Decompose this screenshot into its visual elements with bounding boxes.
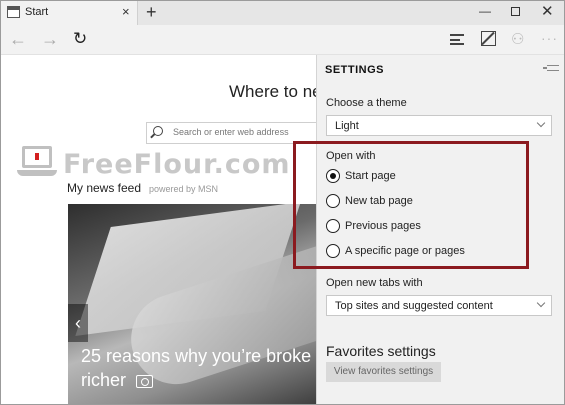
tab-title: Start — [25, 6, 49, 18]
radio-new-tab-page[interactable]: New tab page — [326, 193, 526, 211]
pin-icon[interactable] — [543, 65, 559, 71]
tab-bar: Start × + — ✕ — [1, 1, 564, 25]
theme-select[interactable]: Light — [326, 115, 552, 136]
camera-icon — [136, 374, 154, 388]
more-icon[interactable]: ··· — [541, 30, 558, 46]
browser-window: Start × + — ✕ ← → ↻ ⚇ ··· Where to ne Se… — [0, 0, 565, 405]
carousel-prev-button[interactable]: ‹ — [68, 304, 88, 342]
close-window-button[interactable]: ✕ — [541, 2, 554, 20]
radio-start-page[interactable]: Start page — [326, 168, 526, 186]
radio-label: Start page — [345, 170, 396, 182]
hub-icon[interactable] — [450, 34, 464, 45]
theme-value: Light — [335, 120, 359, 132]
minimize-button[interactable]: — — [479, 4, 491, 18]
radio-button[interactable] — [326, 219, 340, 233]
radio-button[interactable] — [326, 244, 340, 258]
radio-label: Previous pages — [345, 220, 421, 232]
news-feed-subtitle: powered by MSN — [149, 184, 219, 194]
radio-specific-pages[interactable]: A specific page or pages — [326, 243, 526, 261]
chevron-down-icon — [536, 298, 546, 308]
news-feed-title: My news feed — [67, 181, 142, 195]
tab-start[interactable]: Start × — [1, 1, 138, 25]
refresh-icon[interactable]: ↻ — [73, 29, 87, 49]
new-tab-button[interactable]: + — [146, 1, 157, 23]
settings-title: SETTINGS — [325, 64, 385, 76]
close-tab-icon[interactable]: × — [122, 4, 130, 19]
radio-button[interactable] — [326, 194, 340, 208]
new-tabs-label: Open new tabs with — [326, 277, 423, 289]
new-tabs-select[interactable]: Top sites and suggested content — [326, 295, 552, 316]
new-tabs-value: Top sites and suggested content — [335, 300, 493, 312]
navigation-bar: ← → ↻ ⚇ ··· — [1, 25, 564, 55]
search-placeholder: Search or enter web address — [173, 127, 289, 137]
favorites-heading: Favorites settings — [326, 343, 436, 359]
view-favorites-button[interactable]: View favorites settings — [326, 362, 441, 382]
theme-label: Choose a theme — [326, 97, 407, 109]
news-hero-card[interactable]: ‹ 25 reasons why you’re broke richer — [68, 204, 318, 404]
share-icon[interactable]: ⚇ — [511, 30, 524, 48]
maximize-button[interactable] — [511, 7, 520, 16]
hero-caption[interactable]: 25 reasons why you’re broke richer — [81, 344, 311, 392]
chevron-down-icon — [536, 118, 546, 128]
radio-button-checked[interactable] — [326, 169, 340, 183]
page-heading: Where to ne — [229, 82, 322, 101]
search-input[interactable]: Search or enter web address — [146, 122, 321, 144]
hero-caption-line2: richer — [81, 370, 127, 390]
web-note-icon[interactable] — [481, 31, 496, 46]
hero-caption-line1: 25 reasons why you’re broke — [81, 346, 312, 366]
page-icon — [7, 6, 20, 18]
watermark-text: FreeFlour.com — [63, 149, 291, 180]
search-icon — [153, 126, 163, 136]
radio-previous-pages[interactable]: Previous pages — [326, 218, 526, 236]
radio-label: A specific page or pages — [345, 245, 465, 257]
laptop-logo-icon — [17, 146, 57, 178]
open-with-label: Open with — [326, 150, 376, 162]
back-arrow-icon[interactable]: ← — [9, 29, 27, 50]
forward-arrow-icon[interactable]: → — [41, 29, 59, 50]
settings-panel: SETTINGS Choose a theme Light Open with … — [316, 55, 564, 404]
radio-label: New tab page — [345, 195, 413, 207]
